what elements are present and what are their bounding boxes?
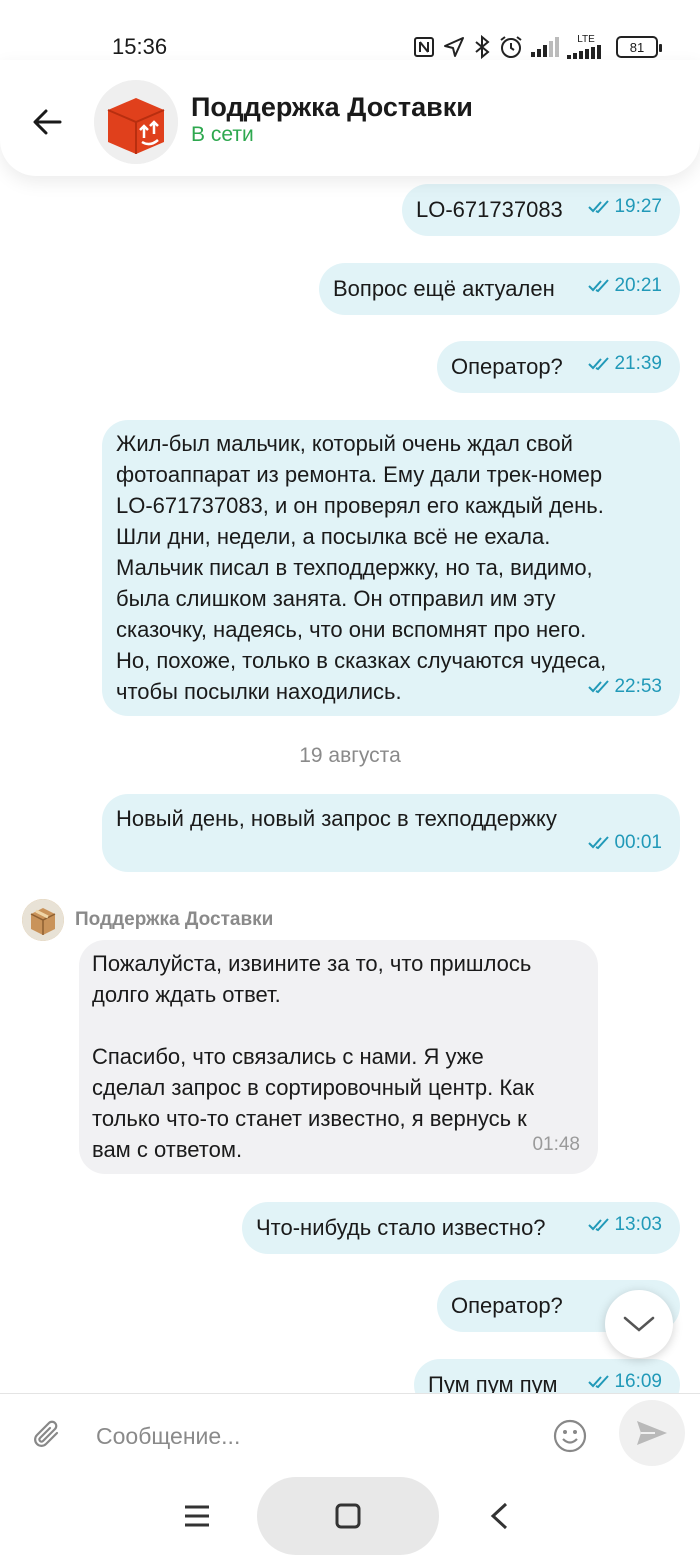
message-text: Жил-был мальчик, который очень ждал свой… bbox=[116, 431, 607, 704]
outgoing-message[interactable]: Вопрос ещё актуален 20:21 bbox=[319, 263, 680, 315]
message-meta: 22:53 bbox=[588, 671, 662, 702]
arrow-left-icon bbox=[33, 109, 62, 135]
date-separator: 19 августа bbox=[299, 744, 401, 767]
avatar[interactable] bbox=[94, 80, 178, 164]
message-text: Оператор? bbox=[451, 354, 563, 379]
message-text: Новый день, новый запрос в техподдержку bbox=[116, 806, 557, 831]
system-navigation-bar bbox=[0, 1477, 700, 1556]
message-time: 00:01 bbox=[614, 832, 662, 853]
bluetooth-icon bbox=[475, 35, 490, 59]
message-text: Вопрос ещё актуален bbox=[333, 276, 555, 301]
chevron-left-icon bbox=[490, 1502, 508, 1530]
lte-signal-icon: LTE bbox=[566, 35, 606, 59]
message-time: 21:39 bbox=[614, 353, 662, 374]
message-composer bbox=[0, 1393, 700, 1477]
incoming-message[interactable]: Пожалуйста, извините за то, что пришлось… bbox=[79, 940, 598, 1174]
message-time: 13:03 bbox=[614, 1214, 662, 1235]
online-status: В сети bbox=[191, 123, 254, 146]
outgoing-message[interactable]: LO-671737083 19:27 bbox=[402, 184, 680, 236]
outgoing-message[interactable]: Пум пум пум 16:09 bbox=[414, 1359, 680, 1393]
message-time: 01:48 bbox=[532, 1134, 580, 1155]
double-check-icon bbox=[588, 278, 610, 292]
chat-title: Поддержка Доставки bbox=[191, 92, 473, 122]
message-text: Что-нибудь стало известно? bbox=[256, 1215, 546, 1240]
message-text: Оператор? bbox=[451, 1293, 563, 1318]
chat-header: Поддержка Доставки В сети bbox=[0, 60, 700, 176]
message-meta: 01:48 bbox=[532, 1129, 580, 1160]
outgoing-message[interactable]: Новый день, новый запрос в техподдержку … bbox=[102, 794, 680, 872]
message-time: 19:27 bbox=[614, 196, 662, 217]
square-icon bbox=[335, 1503, 361, 1529]
outgoing-message[interactable]: Оператор? 21:39 bbox=[437, 341, 680, 393]
message-meta: 19:27 bbox=[588, 191, 662, 222]
recent-apps-button[interactable] bbox=[184, 1503, 210, 1534]
smiley-icon bbox=[553, 1419, 587, 1453]
scroll-to-bottom-button[interactable] bbox=[605, 1290, 673, 1358]
emoji-button[interactable] bbox=[552, 1418, 588, 1459]
double-check-icon bbox=[588, 835, 610, 849]
sender-avatar[interactable] bbox=[22, 899, 64, 941]
menu-icon bbox=[185, 1505, 209, 1527]
message-time: 22:53 bbox=[614, 676, 662, 697]
message-meta: 13:03 bbox=[588, 1209, 662, 1240]
double-check-icon bbox=[588, 679, 610, 693]
message-meta: 16:09 bbox=[588, 1366, 662, 1393]
paperclip-icon bbox=[34, 1420, 59, 1447]
message-meta: 20:21 bbox=[588, 270, 662, 301]
message-list[interactable]: LO-671737083 19:27 Вопрос ещё актуален 2… bbox=[0, 176, 700, 1393]
double-check-icon bbox=[588, 1374, 610, 1388]
alarm-icon bbox=[500, 36, 522, 58]
lte-label: LTE bbox=[577, 34, 595, 45]
message-time: 20:21 bbox=[614, 275, 662, 296]
sender-name: Поддержка Доставки bbox=[75, 909, 274, 930]
parcel-icon bbox=[22, 899, 64, 941]
double-check-icon bbox=[588, 199, 610, 213]
send-button[interactable] bbox=[619, 1400, 685, 1466]
chevron-down-icon bbox=[623, 1316, 655, 1332]
battery-level: 81 bbox=[629, 39, 645, 55]
double-check-icon bbox=[588, 356, 610, 370]
box-logo-icon bbox=[94, 80, 178, 164]
message-time: 16:09 bbox=[614, 1371, 662, 1392]
outgoing-message[interactable]: Что-нибудь стало известно? 13:03 bbox=[242, 1202, 680, 1254]
back-button[interactable] bbox=[28, 104, 68, 140]
message-text: Пожалуйста, извините за то, что пришлось… bbox=[92, 951, 535, 1162]
message-meta: 21:39 bbox=[588, 348, 662, 379]
nfc-icon bbox=[414, 37, 434, 57]
status-icons: LTE 81 bbox=[412, 34, 662, 60]
location-icon bbox=[444, 37, 464, 57]
message-meta: 00:01 bbox=[588, 827, 662, 858]
message-input[interactable] bbox=[96, 1418, 526, 1454]
system-back-button[interactable] bbox=[488, 1501, 512, 1536]
double-check-icon bbox=[588, 1217, 610, 1231]
message-text: LO-671737083 bbox=[416, 197, 563, 222]
status-time: 15:36 bbox=[112, 34, 168, 59]
message-text: Пум пум пум bbox=[428, 1372, 558, 1393]
send-icon bbox=[637, 1421, 667, 1445]
battery-icon: 81 bbox=[616, 36, 662, 58]
signal-icon bbox=[531, 37, 559, 57]
home-button[interactable] bbox=[257, 1477, 439, 1555]
attach-button[interactable] bbox=[30, 1418, 66, 1459]
outgoing-message[interactable]: Жил-был мальчик, который очень ждал свой… bbox=[102, 420, 680, 716]
